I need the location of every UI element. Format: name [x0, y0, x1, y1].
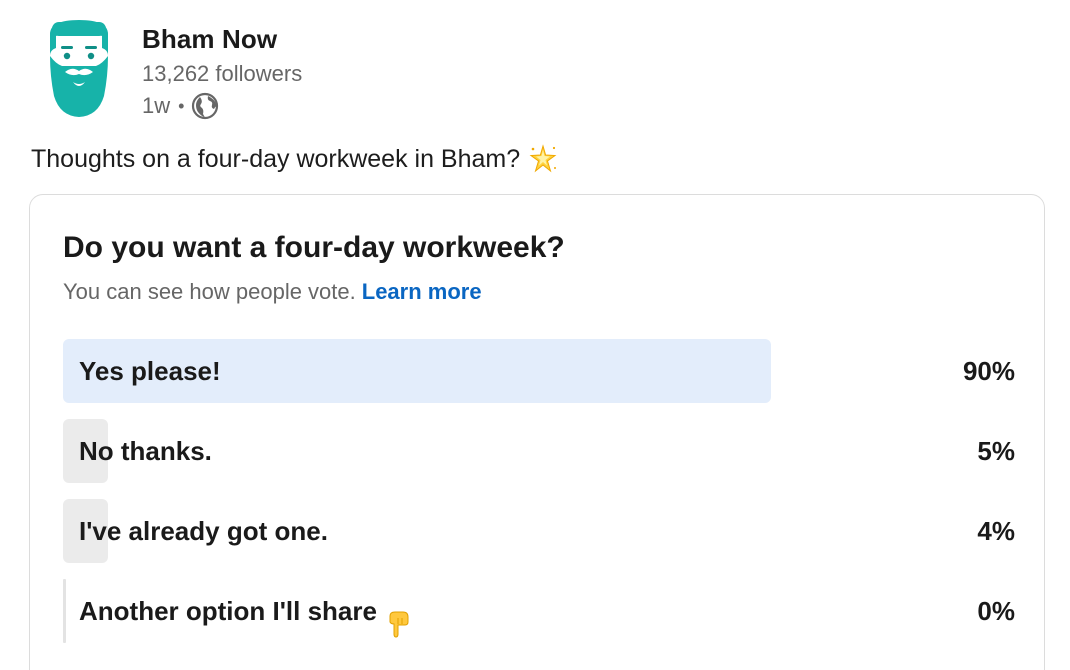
author-avatar[interactable] [44, 16, 114, 120]
poll-option-other[interactable]: Another option I'll share 0% [63, 579, 1015, 643]
poll-option-label: Yes please! [79, 339, 221, 403]
post-age: 1w [142, 93, 171, 118]
sparkle-star-icon [528, 144, 558, 174]
poll-visibility-note: You can see how people vote. [63, 279, 356, 304]
poll-option-percent: 5% [977, 436, 1015, 466]
poll-option-text: I've already got one. [79, 516, 328, 546]
author-name[interactable]: Bham Now [142, 22, 302, 56]
post-text: Thoughts on a four-day workweek in Bham? [31, 142, 558, 176]
meta-separator: • [178, 96, 185, 116]
poll-option-text: Another option I'll share [79, 596, 377, 626]
poll-option-percent: 4% [977, 516, 1015, 546]
poll-card: Do you want a four-day workweek? You can… [29, 194, 1045, 670]
globe-icon [191, 92, 219, 120]
poll-result-bar [63, 579, 66, 643]
poll-option-text: Yes please! [79, 356, 221, 386]
post-text-content: Thoughts on a four-day workweek in Bham? [31, 145, 521, 173]
poll-subtitle: You can see how people vote. Learn more [63, 277, 482, 307]
poll-option-already-have[interactable]: I've already got one. 4% [63, 499, 1015, 563]
poll-option-percent: 0% [977, 596, 1015, 626]
poll-option-no[interactable]: No thanks. 5% [63, 419, 1015, 483]
feed-post: Bham Now 13,262 followers 1w • Thoughts … [0, 0, 1070, 670]
poll-option-text: No thanks. [79, 436, 212, 466]
poll-question: Do you want a four-day workweek? [63, 231, 565, 264]
post-meta: 1w • [142, 91, 302, 121]
follower-count: 13,262 followers [142, 61, 303, 86]
poll-option-label: Another option I'll share [79, 579, 411, 643]
poll-option-label: No thanks. [79, 419, 212, 483]
author-info: Bham Now 13,262 followers 1w • [142, 22, 302, 121]
pointing-down-hand-icon [387, 597, 411, 638]
learn-more-link[interactable]: Learn more [362, 279, 482, 304]
poll-option-label: I've already got one. [79, 499, 328, 563]
poll-option-percent: 90% [962, 356, 1015, 386]
poll-option-yes[interactable]: Yes please! 90% [63, 339, 1015, 403]
bearded-man-logo-icon [50, 20, 108, 117]
